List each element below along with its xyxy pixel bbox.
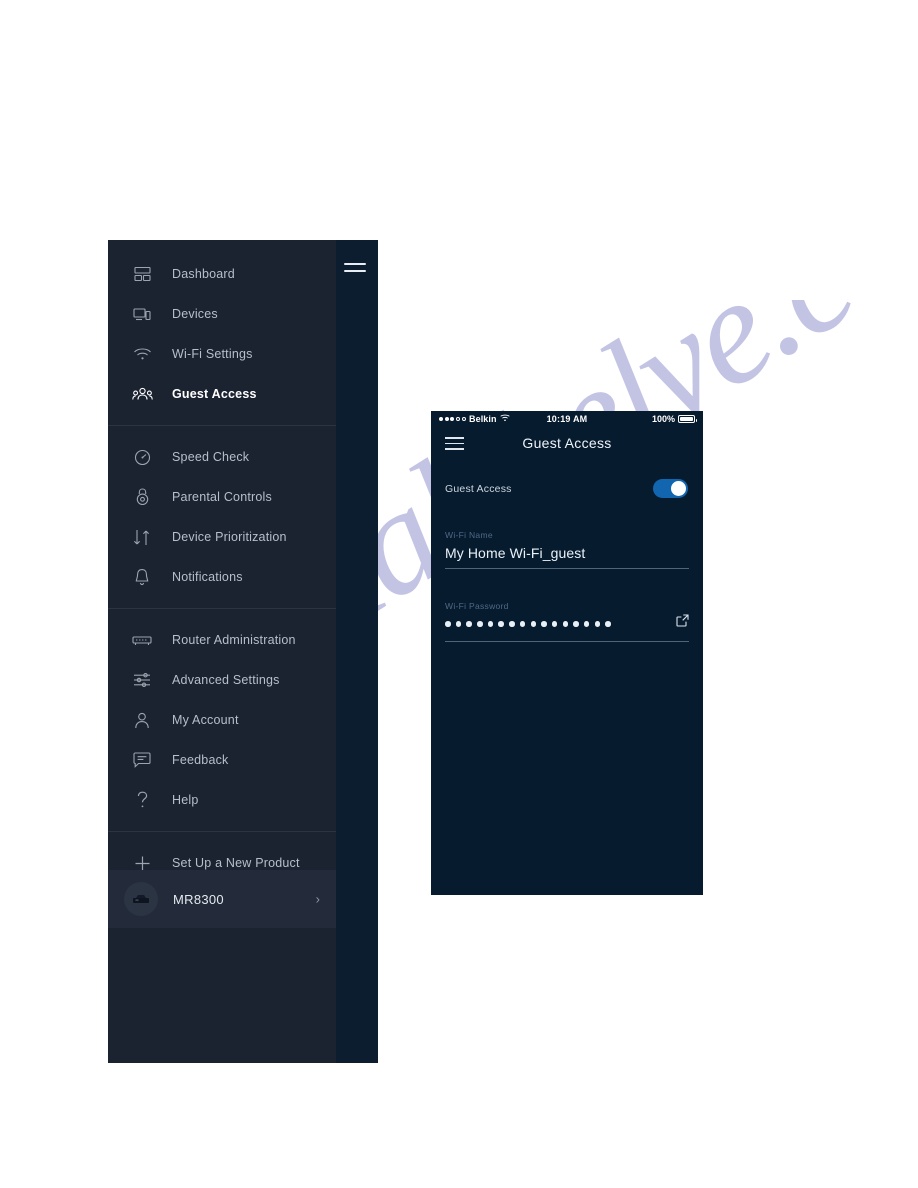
- sidebar-item-parental-controls[interactable]: Parental Controls: [108, 477, 336, 517]
- wifi-name-field: Wi-Fi Name My Home Wi-Fi_guest: [445, 498, 689, 569]
- hamburger-icon[interactable]: [445, 437, 464, 450]
- password-dot: [498, 621, 504, 627]
- password-dot: [605, 621, 611, 627]
- router-icon: [130, 628, 154, 652]
- sidebar-item-advanced-settings[interactable]: Advanced Settings: [108, 660, 336, 700]
- sidebar-item-help[interactable]: Help: [108, 780, 336, 820]
- status-bar-right: 100%: [651, 414, 697, 424]
- sidebar-item-guest-access[interactable]: Guest Access: [108, 374, 336, 414]
- menu-divider: [108, 425, 336, 426]
- sidebar-menu-scroll: Dashboard Devices Wi-Fi Settings Guest A…: [108, 240, 336, 1063]
- external-link-icon[interactable]: [676, 614, 689, 632]
- sidebar-item-device-prioritization[interactable]: Device Prioritization: [108, 517, 336, 557]
- devices-icon: [130, 302, 154, 326]
- guest-access-toggle-row: Guest Access: [431, 459, 703, 498]
- navigation-sidebar: Dashboard Devices Wi-Fi Settings Guest A…: [108, 240, 378, 1063]
- password-dot: [519, 621, 526, 627]
- sidebar-item-notifications[interactable]: Notifications: [108, 557, 336, 597]
- hamburger-line: [445, 442, 464, 444]
- password-dot: [487, 621, 494, 627]
- sidebar-item-label: Speed Check: [172, 450, 250, 464]
- person-icon: [130, 708, 154, 732]
- sidebar-rail: [336, 240, 378, 1063]
- people-group-icon: [130, 382, 154, 406]
- sidebar-item-label: Advanced Settings: [172, 673, 280, 687]
- hamburger-line: [445, 437, 464, 439]
- sidebar-item-devices[interactable]: Devices: [108, 294, 336, 334]
- sidebar-item-my-account[interactable]: My Account: [108, 700, 336, 740]
- hamburger-line: [344, 263, 366, 265]
- sidebar-device-row[interactable]: MR8300 ›: [108, 870, 336, 928]
- sidebar-item-label: Wi-Fi Settings: [172, 347, 253, 361]
- question-mark-icon: [130, 788, 154, 812]
- speedometer-icon: [130, 445, 154, 469]
- router-device-icon: [124, 882, 158, 916]
- sidebar-item-feedback[interactable]: Feedback: [108, 740, 336, 780]
- wifi-password-field: Wi-Fi Password: [445, 569, 689, 642]
- password-dot: [594, 621, 601, 627]
- hamburger-icon[interactable]: [344, 263, 366, 277]
- sidebar-item-label: Dashboard: [172, 267, 235, 281]
- sidebar-item-label: Help: [172, 793, 199, 807]
- sidebar-item-label: Notifications: [172, 570, 243, 584]
- guest-access-toggle[interactable]: [653, 479, 688, 498]
- device-name-label: MR8300: [173, 891, 224, 907]
- wifi-name-label: Wi-Fi Name: [445, 530, 493, 540]
- menu-divider: [108, 608, 336, 609]
- password-dot: [509, 621, 515, 627]
- sidebar-item-label: Parental Controls: [172, 490, 272, 504]
- wifi-name-input[interactable]: My Home Wi-Fi_guest: [445, 545, 689, 569]
- phone-status-bar: Belkin 10:19 AM 100%: [431, 411, 703, 427]
- password-dot: [541, 621, 547, 627]
- sidebar-item-label: Device Prioritization: [172, 530, 287, 544]
- bell-icon: [130, 565, 154, 589]
- phone-screenshot: Belkin 10:19 AM 100% Guest Access Guest …: [431, 411, 703, 895]
- up-down-arrows-icon: [130, 525, 154, 549]
- chevron-right-icon[interactable]: ›: [316, 892, 320, 907]
- page-title: Guest Access: [522, 435, 612, 451]
- menu-divider: [108, 831, 336, 832]
- sidebar-menu-list: Dashboard Devices Wi-Fi Settings Guest A…: [108, 254, 336, 906]
- sliders-icon: [130, 668, 154, 692]
- phone-app-header: Guest Access: [431, 427, 703, 459]
- battery-full-icon: [678, 415, 697, 423]
- hamburger-line: [344, 270, 366, 272]
- sidebar-item-label: Feedback: [172, 753, 229, 767]
- sidebar-item-router-administration[interactable]: Router Administration: [108, 620, 336, 660]
- sidebar-item-label: Guest Access: [172, 387, 257, 401]
- password-dot: [530, 621, 536, 627]
- lock-circle-icon: [130, 485, 154, 509]
- speech-bubble-icon: [130, 748, 154, 772]
- sidebar-item-label: Set Up a New Product: [172, 856, 300, 870]
- hamburger-line: [445, 448, 464, 450]
- password-dot: [573, 621, 579, 627]
- toggle-knob: [671, 481, 686, 496]
- dashboard-grid-icon: [130, 262, 154, 286]
- password-dot: [455, 621, 462, 627]
- sidebar-item-dashboard[interactable]: Dashboard: [108, 254, 336, 294]
- wifi-password-input[interactable]: [445, 616, 689, 642]
- guest-access-label: Guest Access: [445, 482, 512, 495]
- password-dot: [466, 621, 472, 627]
- sidebar-item-wifi-settings[interactable]: Wi-Fi Settings: [108, 334, 336, 374]
- sidebar-item-label: Devices: [172, 307, 218, 321]
- password-dot: [583, 621, 590, 627]
- password-dot: [477, 621, 483, 627]
- wifi-password-label: Wi-Fi Password: [445, 601, 509, 611]
- sidebar-item-label: Router Administration: [172, 633, 296, 647]
- battery-percent-label: 100%: [651, 414, 675, 424]
- sidebar-item-label: My Account: [172, 713, 239, 727]
- password-dot: [445, 621, 451, 627]
- password-dot: [562, 621, 569, 627]
- password-dot: [551, 621, 558, 627]
- wifi-icon: [130, 342, 154, 366]
- sidebar-item-speed-check[interactable]: Speed Check: [108, 437, 336, 477]
